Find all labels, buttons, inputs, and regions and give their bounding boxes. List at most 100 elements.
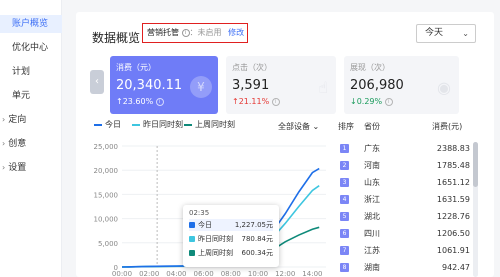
tooltip-row: 今日 1,227.05元 <box>189 219 273 231</box>
rank-header-order: 排序 <box>338 122 354 131</box>
data-overview-panel: 数据概览 营销托管 i ：未启用 修改 今天 ⌄ ‹ 消费（元） 20,340.1… <box>76 12 494 277</box>
rank-number: 1 <box>340 144 349 153</box>
y-tick-label: 25,000 <box>94 143 119 151</box>
tooltip-value: 1,227.05元 <box>234 221 273 229</box>
chevron-down-icon: ⌄ <box>462 29 469 38</box>
info-icon[interactable]: i <box>181 28 190 37</box>
device-select-value: 全部设备 <box>278 122 310 131</box>
sidebar-item-label: 账户概览 <box>12 19 49 29</box>
province-name: 湖北 <box>364 212 380 221</box>
ranking-row[interactable]: 7 江苏 1061.91 <box>338 243 470 258</box>
y-tick-label: 10,000 <box>94 216 119 224</box>
ranking-row[interactable]: 6 四川 1206.50 <box>338 226 470 241</box>
legend-item-last-week[interactable]: 上周同时刻 <box>184 119 235 130</box>
tooltip-swatch <box>189 236 195 242</box>
sidebar-item-targeting[interactable]: › 定向 <box>0 111 62 129</box>
metric-label: 点击（次） <box>232 63 272 72</box>
ranking-scrollbar[interactable] <box>473 142 478 277</box>
legend-label: 今日 <box>105 120 121 129</box>
x-tick-label: 04:00 <box>166 270 186 277</box>
device-select[interactable]: 全部设备 ⌄ <box>278 121 319 132</box>
sidebar-item-plan[interactable]: 计划 <box>0 63 62 81</box>
metric-value: 3,591 <box>232 78 270 93</box>
page-title: 数据概览 <box>92 31 141 45</box>
rank-number: 8 <box>340 263 349 272</box>
tooltip-series-name: 今日 <box>198 221 212 229</box>
province-cost: 1631.59 <box>436 195 470 204</box>
trust-label: 营销托管 <box>147 28 179 37</box>
chevron-right-icon: › <box>2 115 6 124</box>
trust-status-text: 未启用 <box>197 28 222 37</box>
sidebar-item-overview[interactable]: 账户概览 <box>0 15 62 33</box>
province-cost: 1651.12 <box>436 178 470 187</box>
edit-trust-link[interactable]: 修改 <box>228 28 244 37</box>
legend-item-yesterday[interactable]: 昨日同时刻 <box>132 119 183 130</box>
x-tick-label: 06:00 <box>194 270 214 277</box>
province-name: 山东 <box>364 178 380 187</box>
province-name: 河南 <box>364 161 380 170</box>
y-tick-label: 5,000 <box>98 240 118 248</box>
sidebar-item-unit[interactable]: 单元 <box>0 87 62 105</box>
metric-card-cost[interactable]: 消费（元） 20,340.11 ↑23.60% i ¥ <box>110 56 218 114</box>
metric-label: 展现（次） <box>350 63 390 72</box>
ranking-row[interactable]: 3 山东 1651.12 <box>338 175 470 190</box>
metric-card-impressions[interactable]: 展现（次） 206,980 ↓0.29% i ◉ <box>344 56 459 114</box>
province-name: 四川 <box>364 229 380 238</box>
metric-change: ↑23.60% i <box>116 97 212 106</box>
marketing-trust-status: 营销托管 i ：未启用 修改 <box>142 23 248 43</box>
metric-change-value: 0.29% <box>356 97 383 106</box>
sidebar: 账户概览 优化中心 计划 单元 › 定向 › 创意 › 设置 <box>0 0 62 277</box>
sidebar-item-creative[interactable]: › 创意 <box>0 135 62 153</box>
province-name: 江苏 <box>364 246 380 255</box>
ranking-row[interactable]: 8 湖南 942.47 <box>338 260 470 275</box>
chevron-right-icon: › <box>2 139 6 148</box>
sidebar-item-optimization[interactable]: 优化中心 <box>0 39 62 57</box>
x-tick-label: 10:00 <box>248 270 268 277</box>
province-cost: 942.47 <box>442 263 470 272</box>
info-icon[interactable]: i <box>271 97 280 106</box>
rank-header-cost[interactable]: 消费(元) <box>432 121 462 132</box>
cursor-click-icon: ☝ <box>318 78 328 97</box>
rank-number: 3 <box>340 178 349 187</box>
ranking-row[interactable]: 4 浙江 1631.59 <box>338 192 470 207</box>
date-range-value: 今天 <box>425 28 444 38</box>
sidebar-item-label: 定向 <box>8 115 27 125</box>
sidebar-item-label: 优化中心 <box>12 43 49 53</box>
metric-change-value: 21.11% <box>238 97 270 106</box>
legend-swatch <box>184 123 192 126</box>
rank-header-province: 省份 <box>364 122 380 131</box>
legend-item-today[interactable]: 今日 <box>94 119 121 130</box>
rank-number: 4 <box>340 195 349 204</box>
tooltip-swatch <box>189 222 195 228</box>
tooltip-value: 780.84元 <box>241 235 274 243</box>
rank-number: 2 <box>340 161 349 170</box>
sidebar-item-label: 计划 <box>12 67 31 77</box>
x-tick-label: 12:00 <box>275 270 295 277</box>
tooltip-swatch <box>189 250 195 256</box>
date-range-select[interactable]: 今天 ⌄ <box>416 24 476 43</box>
tooltip-row: 上周同时刻 600.34元 <box>189 247 273 259</box>
tooltip-series-name: 上周同时刻 <box>198 249 233 257</box>
sidebar-item-label: 设置 <box>8 163 27 173</box>
province-name: 湖南 <box>364 263 380 272</box>
province-cost: 1785.48 <box>436 161 470 170</box>
metric-change: ↓0.29% i <box>350 97 453 106</box>
info-icon[interactable]: i <box>384 97 393 106</box>
province-name: 广东 <box>364 144 380 153</box>
scrollbar-thumb[interactable] <box>473 142 478 187</box>
metric-card-clicks[interactable]: 点击（次） 3,591 ↑21.11% i ☝ <box>226 56 336 114</box>
x-tick-label: 14:00 <box>302 270 322 277</box>
sidebar-item-settings[interactable]: › 设置 <box>0 159 62 177</box>
x-tick-label: 08:00 <box>221 270 241 277</box>
province-cost: 1061.91 <box>436 246 470 255</box>
ranking-row[interactable]: 5 湖北 1228.76 <box>338 209 470 224</box>
legend-label: 上周同时刻 <box>195 120 235 129</box>
chevron-left-icon: ‹ <box>95 76 99 87</box>
ranking-row[interactable]: 1 广东 2388.83 <box>338 141 470 156</box>
province-cost: 1206.50 <box>436 229 470 238</box>
chevron-right-icon: › <box>2 163 6 172</box>
rank-number: 6 <box>340 229 349 238</box>
ranking-row[interactable]: 2 河南 1785.48 <box>338 158 470 173</box>
info-icon[interactable]: i <box>155 97 164 106</box>
cards-prev-button[interactable]: ‹ <box>90 70 104 94</box>
